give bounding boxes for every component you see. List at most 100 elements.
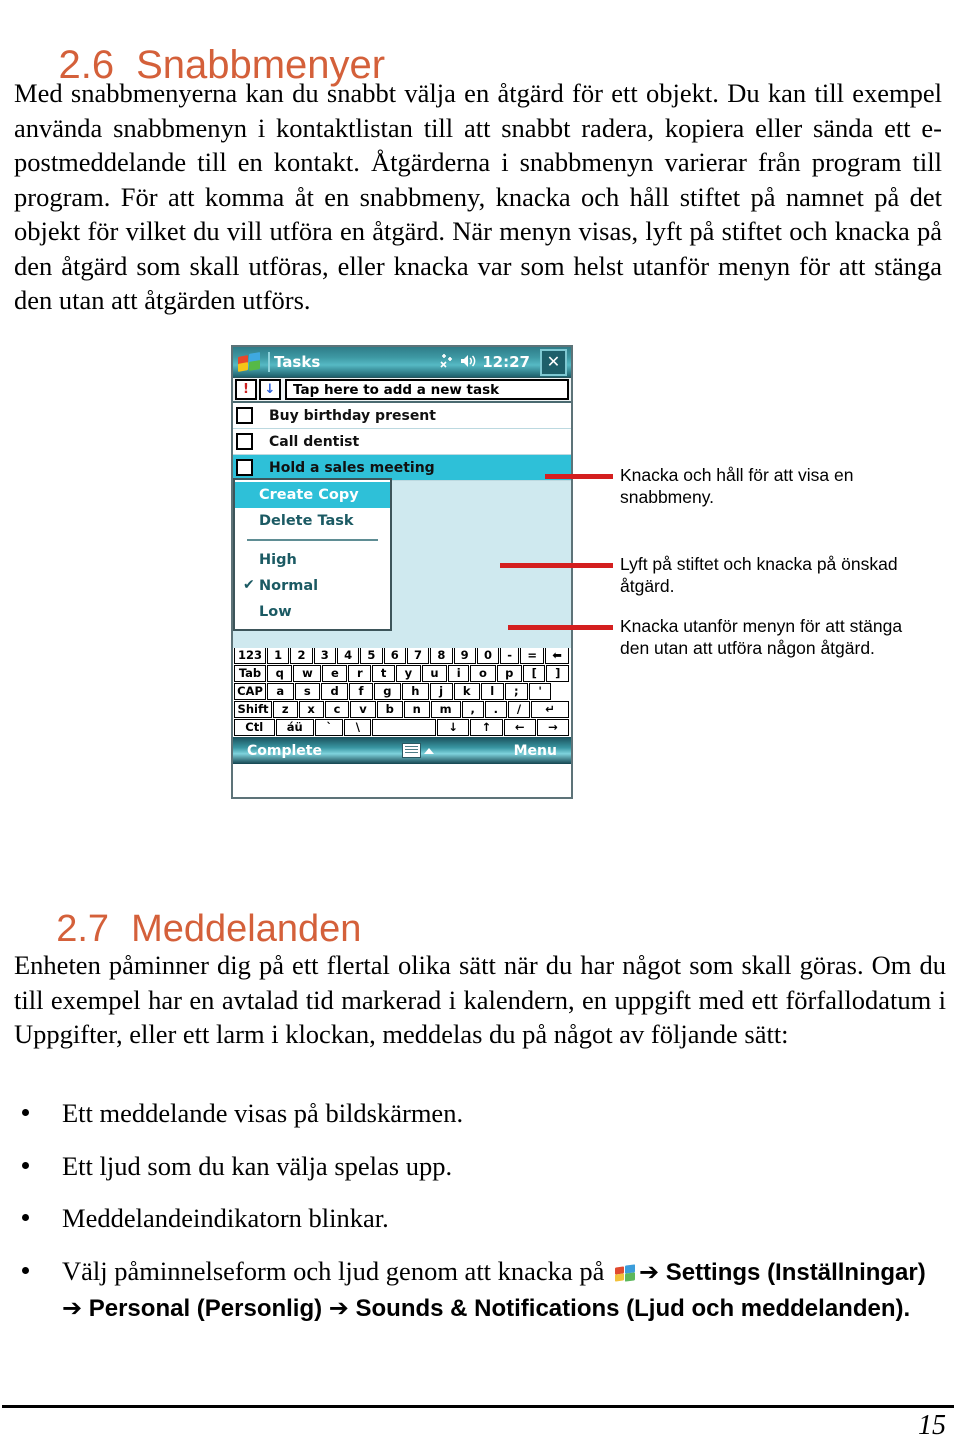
key-bracket-right[interactable]: ] <box>546 665 569 682</box>
key-comma[interactable]: , <box>461 701 484 718</box>
key-v[interactable]: v <box>350 701 376 718</box>
settings-path-2: Personal (Personlig) <box>88 1295 323 1322</box>
context-menu-item-delete-task[interactable]: Delete Task <box>235 508 390 534</box>
bullet-icon <box>22 1109 29 1116</box>
key-j[interactable]: j <box>429 683 453 700</box>
callout-text-1: Knacka och håll för att visa en snabbmen… <box>620 465 854 507</box>
key-8[interactable]: 8 <box>430 647 453 664</box>
key-shift[interactable]: Shift <box>234 701 272 718</box>
context-menu-item-low[interactable]: Low <box>235 599 390 625</box>
menu-button[interactable]: Menu <box>514 743 557 759</box>
key-period[interactable]: . <box>484 701 507 718</box>
key-accents[interactable]: áü <box>275 719 315 736</box>
key-5[interactable]: 5 <box>360 647 383 664</box>
key-z[interactable]: z <box>273 701 298 718</box>
key-7[interactable]: 7 <box>406 647 430 664</box>
key-o[interactable]: o <box>470 665 496 682</box>
key-space[interactable] <box>372 719 437 736</box>
key-minus[interactable]: - <box>500 647 520 664</box>
close-icon[interactable]: ✕ <box>540 348 567 376</box>
windows-logo-icon[interactable] <box>238 352 262 372</box>
key-backslash[interactable]: \ <box>344 719 372 736</box>
context-menu-item-create-copy[interactable]: Create Copy <box>235 482 390 508</box>
task-checkbox[interactable] <box>236 459 253 476</box>
key-apostrophe[interactable]: ' <box>528 683 552 700</box>
keyboard-row: Ctl áü ` \ ↓ ↑ ← → <box>234 719 570 736</box>
key-p[interactable]: p <box>496 665 522 682</box>
key-f[interactable]: f <box>349 683 373 700</box>
key-ctl[interactable]: Ctl <box>234 719 275 736</box>
windows-start-icon <box>614 1263 636 1283</box>
task-label: Buy birthday present <box>269 407 436 424</box>
key-2[interactable]: 2 <box>290 647 313 664</box>
key-123[interactable]: 123 <box>234 647 266 664</box>
list-item: Meddelandeindikatorn blinkar. <box>14 1201 934 1236</box>
keyboard-icon[interactable] <box>401 743 434 758</box>
key-3[interactable]: 3 <box>313 647 336 664</box>
key-cap[interactable]: CAP <box>234 683 266 700</box>
key-t[interactable]: t <box>372 665 396 682</box>
sort-descending-icon[interactable]: ↓ <box>259 379 281 400</box>
key-s[interactable]: s <box>294 683 321 700</box>
context-menu-item-normal[interactable]: ✔ Normal <box>235 573 390 599</box>
key-0[interactable]: 0 <box>476 647 500 664</box>
callout-text-3: Knacka utanför menyn för att stänga den … <box>620 616 903 658</box>
key-r[interactable]: r <box>348 665 372 682</box>
key-x[interactable]: x <box>298 701 324 718</box>
connectivity-icon[interactable] <box>439 353 455 371</box>
keyboard-row: Shift z x c v b n m , . / ↵ <box>234 701 570 718</box>
key-slash[interactable]: / <box>507 701 530 718</box>
key-a[interactable]: a <box>267 683 294 700</box>
key-y[interactable]: y <box>396 665 421 682</box>
context-menu-item-high[interactable]: High <box>235 547 390 573</box>
key-k[interactable]: k <box>453 683 480 700</box>
key-n[interactable]: n <box>403 701 430 718</box>
key-u[interactable]: u <box>421 665 448 682</box>
key-c[interactable]: c <box>324 701 350 718</box>
key-9[interactable]: 9 <box>453 647 476 664</box>
priority-icon[interactable]: ! <box>235 379 257 400</box>
bullet-icon <box>22 1161 29 1169</box>
key-bracket-left[interactable]: [ <box>522 665 546 682</box>
page-number: 15 <box>918 1410 946 1441</box>
task-row[interactable]: Buy birthday present <box>233 403 571 429</box>
arrow-left-icon[interactable]: ← <box>503 719 536 736</box>
key-b[interactable]: b <box>376 701 403 718</box>
list-item-label: Ett meddelande visas på bildskärmen. <box>62 1098 464 1128</box>
key-h[interactable]: h <box>401 683 429 700</box>
task-checkbox[interactable] <box>236 433 253 450</box>
key-i[interactable]: i <box>448 665 470 682</box>
pda-clock: 12:27 <box>482 353 530 371</box>
speaker-icon[interactable] <box>460 354 477 371</box>
arrow-icon-1: ➔ <box>638 1257 660 1286</box>
new-task-input[interactable]: Tap here to add a new task <box>285 379 569 400</box>
bullet-icon <box>22 1266 29 1274</box>
key-w[interactable]: w <box>293 665 322 682</box>
key-4[interactable]: 4 <box>336 647 360 664</box>
settings-path-period: . <box>903 1295 911 1322</box>
task-row[interactable]: Call dentist <box>233 429 571 455</box>
callout-leader-line-3 <box>508 625 613 630</box>
enter-icon[interactable]: ↵ <box>530 701 569 718</box>
key-equals[interactable]: = <box>520 647 545 664</box>
key-q[interactable]: q <box>267 665 293 682</box>
key-m[interactable]: m <box>430 701 461 718</box>
arrow-right-icon[interactable]: → <box>536 719 570 736</box>
callout-text-2: Lyft på stiftet och knacka på önskad åtg… <box>620 554 898 596</box>
complete-button[interactable]: Complete <box>247 743 322 759</box>
list-item-label: Meddelandeindikatorn blinkar. <box>62 1203 389 1233</box>
key-e[interactable]: e <box>322 665 348 682</box>
key-semicolon[interactable]: ; <box>504 683 528 700</box>
section-2-7-paragraph: Enheten påminner dig på ett flertal olik… <box>14 950 946 1049</box>
arrow-down-icon[interactable]: ↓ <box>437 719 470 736</box>
backspace-icon[interactable]: ⬅ <box>545 647 570 664</box>
key-l[interactable]: l <box>480 683 504 700</box>
key-backtick[interactable]: ` <box>315 719 344 736</box>
key-1[interactable]: 1 <box>267 647 290 664</box>
key-tab[interactable]: Tab <box>234 665 266 682</box>
key-d[interactable]: d <box>321 683 349 700</box>
arrow-up-icon[interactable]: ↑ <box>470 719 503 736</box>
key-g[interactable]: g <box>373 683 401 700</box>
task-checkbox[interactable] <box>236 407 253 424</box>
key-6[interactable]: 6 <box>383 647 406 664</box>
